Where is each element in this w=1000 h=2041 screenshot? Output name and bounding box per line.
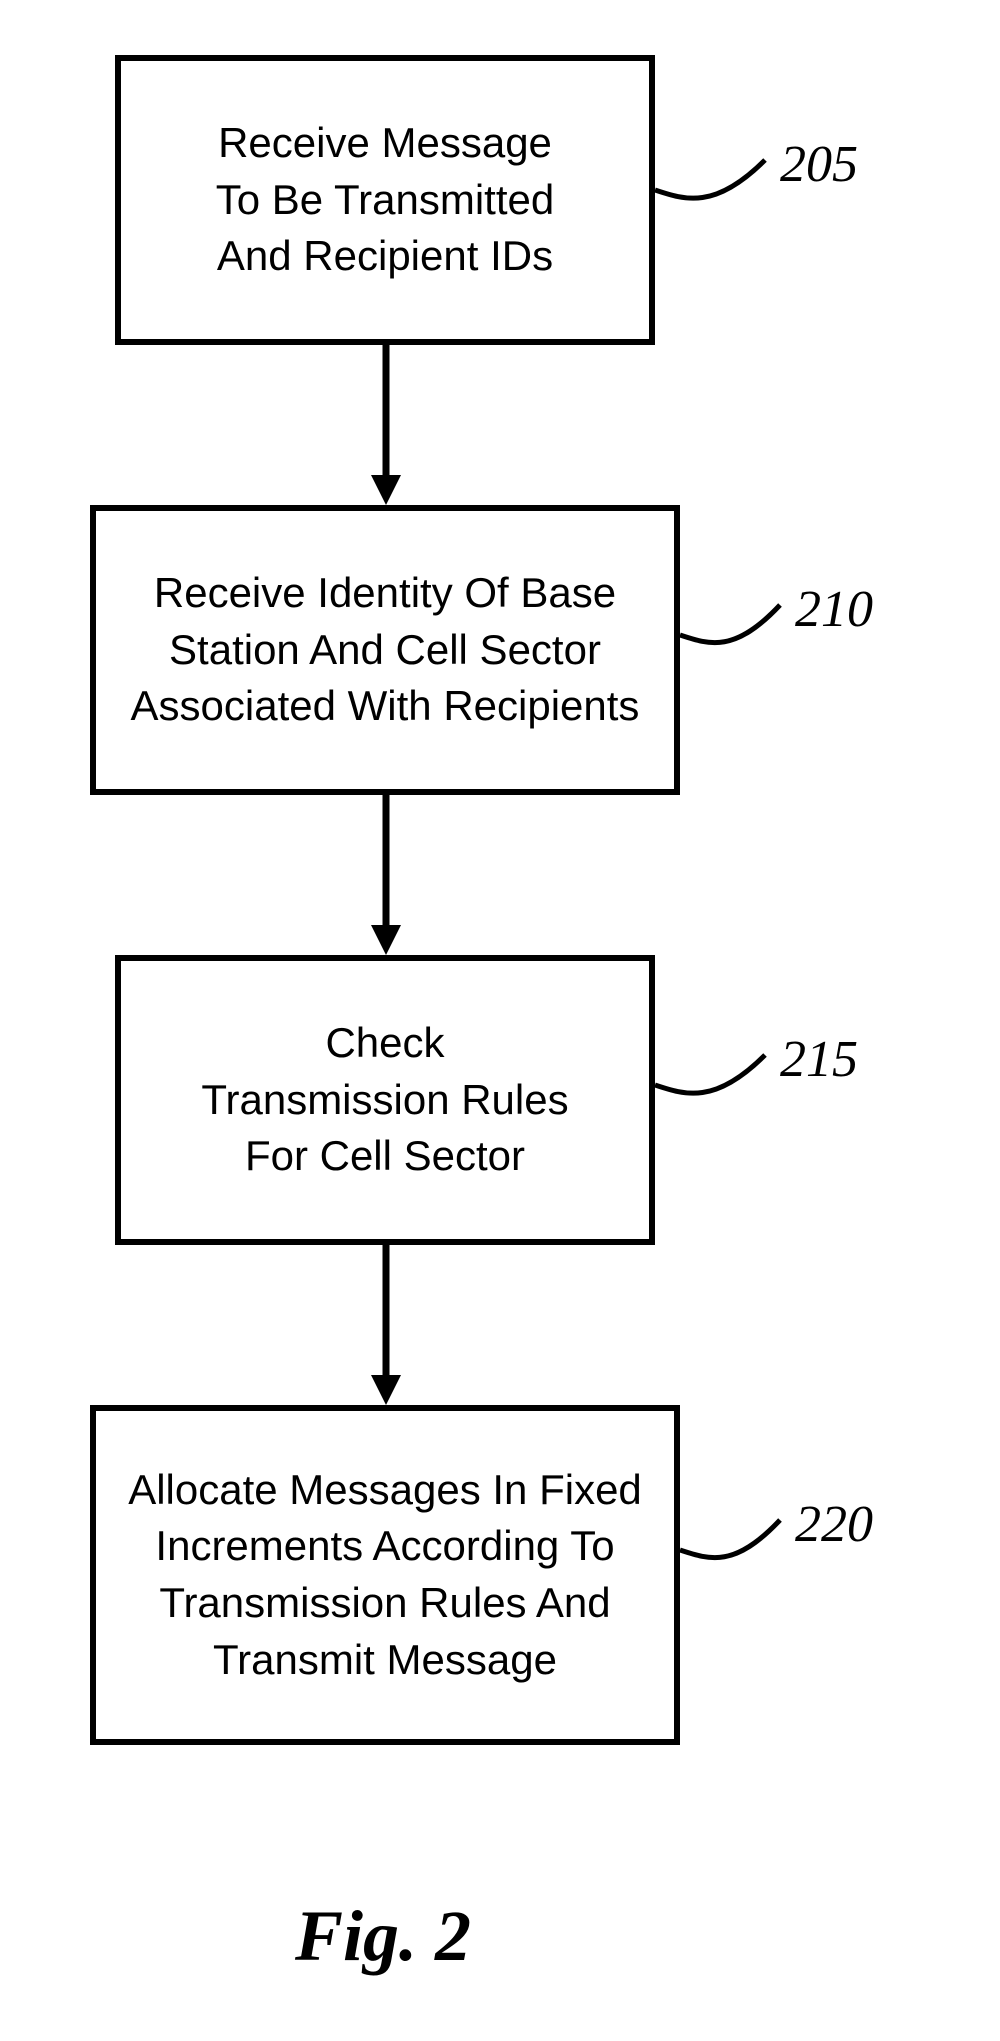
callout-3	[655, 1045, 775, 1125]
ref-label-2: 210	[795, 580, 873, 639]
flowchart-canvas: Receive MessageTo Be TransmittedAnd Reci…	[0, 0, 1000, 2041]
callout-1	[655, 150, 775, 230]
ref-label-3: 215	[780, 1030, 858, 1089]
step-box-2: Receive Identity Of BaseStation And Cell…	[90, 505, 680, 795]
arrow-3-4	[366, 1245, 406, 1405]
ref-label-4: 220	[795, 1495, 873, 1554]
step-box-4-text: Allocate Messages In FixedIncrements Acc…	[128, 1462, 642, 1689]
ref-label-1: 205	[780, 135, 858, 194]
callout-2	[680, 595, 790, 675]
step-box-3-text: CheckTransmission RulesFor Cell Sector	[201, 1015, 568, 1185]
step-box-3: CheckTransmission RulesFor Cell Sector	[115, 955, 655, 1245]
callout-4	[680, 1510, 790, 1590]
figure-caption: Fig. 2	[295, 1895, 471, 1978]
step-box-1-text: Receive MessageTo Be TransmittedAnd Reci…	[216, 115, 554, 285]
step-box-1: Receive MessageTo Be TransmittedAnd Reci…	[115, 55, 655, 345]
arrow-1-2	[366, 345, 406, 505]
step-box-2-text: Receive Identity Of BaseStation And Cell…	[131, 565, 640, 735]
step-box-4: Allocate Messages In FixedIncrements Acc…	[90, 1405, 680, 1745]
arrow-2-3	[366, 795, 406, 955]
